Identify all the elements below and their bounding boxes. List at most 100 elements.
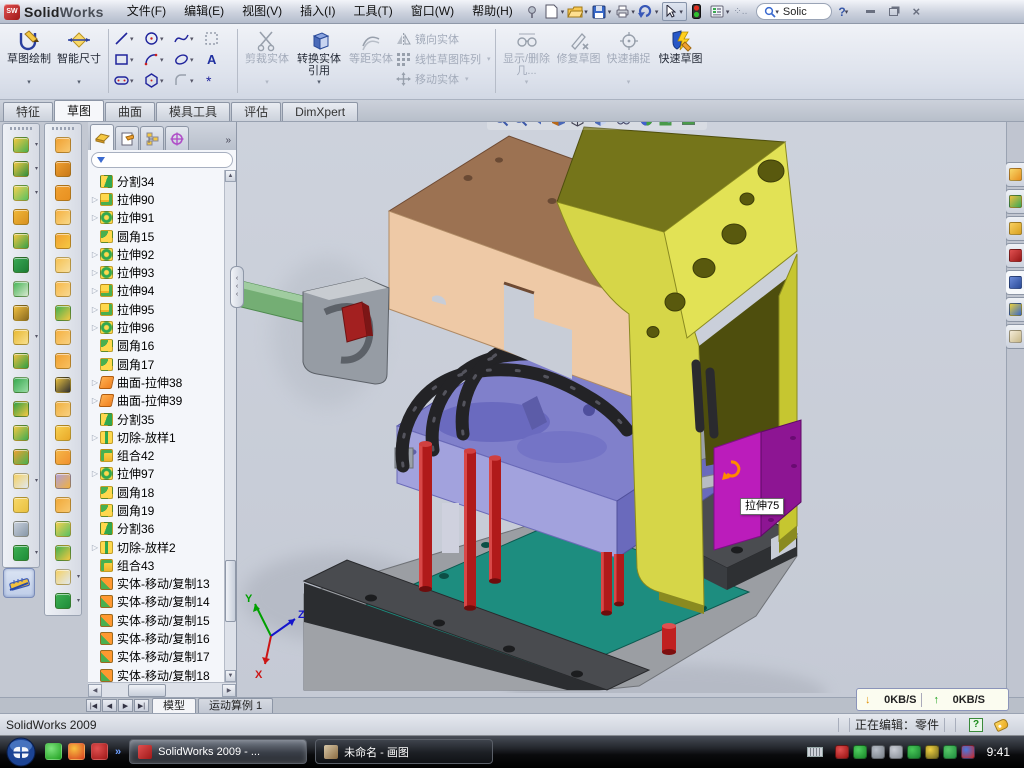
draft-button[interactable] — [3, 373, 39, 397]
feature-tree-item[interactable]: 圆角15 — [90, 227, 236, 245]
replace-face-button[interactable] — [45, 397, 81, 421]
prev-tab-button[interactable]: ◀ — [102, 699, 117, 712]
command-tab[interactable]: 曲面 — [105, 102, 155, 121]
view-settings-dropdown[interactable]: ▾ — [697, 122, 700, 123]
new-document-icon[interactable] — [543, 3, 561, 21]
expand-arrow-icon[interactable]: ▷ — [90, 268, 100, 277]
toolbar-overflow-icon[interactable]: ⁘.. — [731, 3, 749, 21]
command-tab[interactable]: 评估 — [231, 102, 281, 121]
move-body-button[interactable] — [3, 445, 39, 469]
swept-cut-button[interactable] — [45, 181, 81, 205]
move-entities-button[interactable]: 移动实体 ▾ — [396, 69, 491, 89]
expand-arrow-icon[interactable]: ▷ — [90, 543, 100, 552]
menu-item[interactable]: 帮助(H) — [463, 0, 522, 23]
feature-tree-item[interactable]: 实体-移动/复制13 — [90, 575, 236, 593]
tags-icon[interactable] — [993, 717, 1009, 732]
text-tool[interactable]: A — [203, 51, 233, 68]
measure-button[interactable] — [3, 568, 35, 598]
smart-dimension-button[interactable]: 智能尺寸 ▾ — [55, 27, 103, 87]
quick-tips-icon[interactable]: ? — [969, 718, 983, 732]
feature-tree-item[interactable]: ▷拉伸94 — [90, 282, 236, 300]
revolved-cut-button[interactable] — [45, 157, 81, 181]
scroll-left-arrow[interactable]: ◀ — [88, 684, 102, 697]
feature-tree-item[interactable]: 圆角19 — [90, 501, 236, 519]
feature-tree-item[interactable]: 圆角16 — [90, 337, 236, 355]
feature-tree-item[interactable]: 实体-移动/复制17 — [90, 648, 236, 666]
feature-tree-item[interactable]: 分割36 — [90, 520, 236, 538]
untrim-surface-button[interactable] — [45, 421, 81, 445]
new-document-dropdown[interactable]: ▾ — [561, 8, 565, 16]
expand-arrow-icon[interactable]: ▷ — [90, 323, 100, 332]
curve-dropdown[interactable]: ▾ — [35, 549, 38, 556]
extruded-boss-button[interactable]: ▾ — [3, 133, 39, 157]
section-view-icon[interactable] — [551, 122, 566, 127]
quick-launch-overflow[interactable]: » — [115, 746, 121, 758]
apply-scene-dropdown[interactable]: ▾ — [674, 122, 677, 123]
selection-box-tool[interactable] — [203, 30, 233, 47]
reference-geometry-button[interactable]: ▾ — [45, 565, 81, 589]
rebuild-icon[interactable] — [688, 3, 706, 21]
scroll-up-arrow[interactable]: ▲ — [225, 170, 236, 182]
feature-tree-item[interactable]: ▷拉伸96 — [90, 318, 236, 336]
open-document-dropdown[interactable]: ▾ — [584, 8, 588, 16]
dome-button[interactable] — [45, 541, 81, 565]
arc-tool[interactable]: ▾ — [143, 51, 173, 68]
expand-arrow-icon[interactable]: ▷ — [90, 433, 100, 442]
taskbar-window-button[interactable]: SolidWorks 2009 - ... — [129, 739, 307, 764]
minimize-button[interactable] — [860, 4, 880, 20]
tree-horizontal-scrollbar[interactable]: ◀ ▶ — [88, 682, 236, 697]
view-settings-icon[interactable]: ▾ — [681, 122, 700, 127]
extend-surface-button[interactable] — [45, 445, 81, 469]
feature-tree-item[interactable]: 圆角17 — [90, 355, 236, 373]
planar-surface-button[interactable] — [45, 277, 81, 301]
apply-scene-icon[interactable]: ▾ — [658, 122, 677, 127]
expand-arrow-icon[interactable]: ▷ — [90, 305, 100, 314]
tray-antivirus-icon[interactable] — [853, 745, 867, 759]
panel-tabs-overflow[interactable]: » — [225, 135, 234, 150]
document-tab[interactable]: 模型 — [152, 698, 196, 713]
rapid-sketch-button[interactable]: 快速草图 ▾ — [655, 27, 707, 87]
previous-view-icon[interactable] — [532, 122, 547, 127]
toolbar-grip[interactable] — [52, 127, 74, 130]
curve-button[interactable]: ▾ — [3, 541, 39, 565]
select-tool-button[interactable]: ▾ — [662, 2, 687, 21]
command-tab[interactable]: DimXpert — [282, 102, 358, 121]
toolbar-grip[interactable] — [10, 127, 32, 130]
restore-button[interactable] — [883, 4, 903, 20]
expand-arrow-icon[interactable]: ▷ — [90, 469, 100, 478]
polygon-tool[interactable]: ▾ — [143, 72, 173, 89]
sketch-dropdown[interactable]: ▾ — [27, 78, 31, 87]
ellipse-tool[interactable]: ▾ — [173, 51, 203, 68]
taskbar-window-button[interactable]: 未命名 - 画图 — [315, 739, 493, 764]
feature-tree-item[interactable]: 分割34 — [90, 172, 236, 190]
circle-tool[interactable]: ▾ — [143, 30, 173, 47]
linear-pattern-dropdown[interactable]: ▾ — [35, 333, 38, 340]
task-pane-tab-file-explorer[interactable] — [1005, 216, 1024, 241]
flatten-surface-button[interactable] — [45, 253, 81, 277]
start-button[interactable] — [6, 737, 36, 767]
feature-tree-item[interactable]: ▷拉伸92 — [90, 245, 236, 263]
reference-axis-dropdown[interactable]: ▾ — [35, 477, 38, 484]
expand-arrow-icon[interactable]: ▷ — [90, 250, 100, 259]
feature-tree-item[interactable]: 实体-移动/复制15 — [90, 611, 236, 629]
extruded-cut-button[interactable]: ▾ — [3, 157, 39, 181]
chamfer-button[interactable] — [3, 277, 39, 301]
undo-dropdown[interactable]: ▾ — [655, 8, 659, 16]
move-entities-dropdown[interactable]: ▾ — [465, 75, 469, 83]
knit-surface-button[interactable] — [45, 301, 81, 325]
print-dropdown[interactable]: ▾ — [631, 8, 635, 16]
offset-surface-button[interactable] — [45, 493, 81, 517]
feature-tree-item[interactable]: 实体-移动/复制14 — [90, 593, 236, 611]
feature-tree-item[interactable]: 实体-移动/复制16 — [90, 629, 236, 647]
view-orientation-icon[interactable]: ▾ — [570, 122, 589, 127]
tray-graphics-icon[interactable] — [907, 745, 921, 759]
boundary-cut-button[interactable] — [45, 229, 81, 253]
menu-item[interactable]: 窗口(W) — [402, 0, 463, 23]
swept-boss-button[interactable] — [3, 205, 39, 229]
smart-dimension-dropdown[interactable]: ▾ — [77, 78, 81, 87]
reference-plane-button[interactable] — [3, 493, 39, 517]
close-button[interactable]: × — [906, 4, 926, 20]
horizontal-scroll-thumb[interactable] — [128, 684, 166, 697]
tab-configurationmanager[interactable] — [140, 126, 164, 150]
lofted-cut-button[interactable] — [45, 205, 81, 229]
